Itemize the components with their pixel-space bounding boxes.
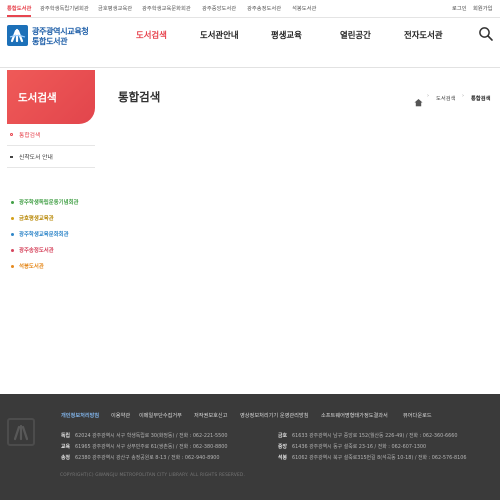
library-link-label: 석봉도서관 [19,264,44,270]
chevron-right-icon: › [462,93,464,99]
sidebar-title-box: 도서검색 [7,70,95,124]
footer-link-cctv-policy[interactable]: 영상정보처리기기 운영관리방침 [240,412,308,419]
chevron-right-icon: › [427,93,429,99]
footer-link-sw-report[interactable]: 소프트웨어명형태가정도결과서 [321,412,388,419]
footer-address-central: 중앙 61436 광주광역시 동구 설죽로 23-16 / 전화 : 062-60… [278,444,427,450]
page-title: 통합검색 [118,90,161,104]
library-emblem-icon [7,25,28,46]
login-link[interactable]: 로그인 [452,4,467,12]
bullet-icon [11,265,14,268]
footer: 개인정보처리방침 이용약관 이메일무단수집거부 저작권보호신고 영상정보처리기기… [0,394,500,500]
library-link-culture-center[interactable]: 광주학생교육문화회관 [11,230,69,238]
footer-link-no-email-collection[interactable]: 이메일무단수집거부 [139,412,182,419]
library-link-label: 광주학생교육문화회관 [19,232,69,238]
page: { "top_bar": { "site_tabs": [ {"label": … [0,0,500,500]
footer-link-privacy[interactable]: 개인정보처리방침 [61,412,99,419]
breadcrumb: › 도서검색 › 통합검색 [414,92,498,107]
home-icon[interactable] [414,92,423,107]
footer-link-terms[interactable]: 이용약관 [111,412,130,419]
footer-address-independence: 독립 62024 광주광역시 서구 학생독립로 30(화정동) / 전화 : 06… [61,433,228,439]
breadcrumb-current: 통합검색 [471,96,491,102]
dash-icon [10,156,13,158]
site-tab-seokbong-library[interactable]: 석봉도서관 [292,4,316,12]
breadcrumb-item[interactable]: 도서검색 [436,94,456,102]
signup-link[interactable]: 회원가입 [473,4,493,12]
bullet-icon [11,217,14,220]
footer-address-education: 교육 61965 광주광역시 서구 상무민주로 61(쌍촌동) / 전화 : 06… [61,444,228,450]
library-link-label: 금호평생교육관 [19,216,54,222]
nav-e-library[interactable]: 전자도서관 [404,29,443,41]
active-dot-icon [10,133,13,136]
main-header: 광주광역시교육청 통합도서관 도서검색 도서관안내 평생교육 열린공간 전자도서… [0,18,500,68]
footer-link-copyright-report[interactable]: 저작권보호신고 [194,412,227,419]
sidebar-item-label: 통합검색 [19,133,41,139]
footer-address-seokbong: 석봉 61062 광주광역시 북구 설죽로315번길 8(석곡동 10-18) /… [278,455,467,461]
sidebar-title: 도서검색 [18,92,57,104]
site-tab-geumho[interactable]: 금호평생교육관 [98,4,132,12]
bullet-icon [11,249,14,252]
nav-library-info[interactable]: 도서관안내 [200,29,239,41]
sidebar-item-label: 신착도서 안내 [19,155,53,161]
bullet-icon [11,233,14,236]
footer-address-geumho: 금호 61633 광주광역시 남구 중앙로 152(월산동 226-49) / 전… [278,433,458,439]
bullet-icon [11,201,14,204]
site-tab-integrated[interactable]: 통합도서관 [7,4,32,17]
search-icon[interactable] [478,26,494,42]
site-tab-education-culture-center[interactable]: 광주학생교육문화회관 [142,4,191,12]
nav-lifelong-education[interactable]: 평생교육 [271,29,302,41]
sidebar-item-integrated-search[interactable]: 통합검색 [7,124,95,146]
copyright-text: COPYRIGHT(C) GWANGJU METROPOLITAN CITY L… [60,473,246,478]
site-tab-central-library[interactable]: 광주중앙도서관 [202,4,236,12]
nav-book-search[interactable]: 도서검색 [136,29,167,41]
library-link-label: 광주학생독립운동기념회관 [19,200,79,206]
library-link-songjeong[interactable]: 광주송정도서관 [11,246,54,254]
site-switcher-bar: 통합도서관 광주학생독립기념회관 금호평생교육관 광주학생교육문화회관 광주중앙… [0,0,500,18]
footer-address-songjeong: 송정 62380 광주광역시 광산구 송정공원로 8-13 / 전화 : 062-… [61,455,220,461]
site-tab-songjeong-library[interactable]: 광주송정도서관 [247,4,281,12]
nav-open-space[interactable]: 열린공간 [340,29,371,41]
sidebar-item-new-books[interactable]: 신착도서 안내 [7,146,95,168]
library-link-independence-hall[interactable]: 광주학생독립운동기념회관 [11,198,79,206]
footer-link-viewer-download[interactable]: 뷰어다운로드 [403,412,432,419]
logo-text-library: 통합도서관 [32,37,68,46]
footer-emblem-icon [7,418,35,446]
library-link-label: 광주송정도서관 [19,248,54,254]
site-logo[interactable]: 광주광역시교육청 통합도서관 [7,25,99,47]
site-tab-student-independence-hall[interactable]: 광주학생독립기념회관 [40,4,89,12]
library-link-seokbong[interactable]: 석봉도서관 [11,262,44,270]
library-link-geumho[interactable]: 금호평생교육관 [11,214,54,222]
